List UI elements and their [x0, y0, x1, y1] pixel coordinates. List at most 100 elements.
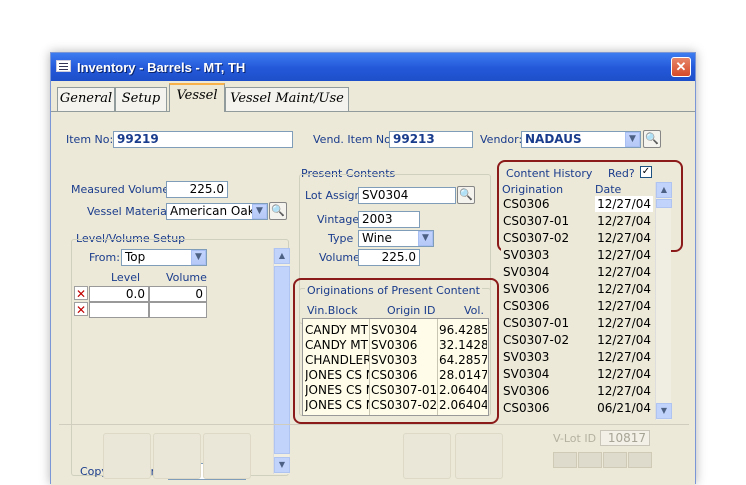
bottom-divider — [59, 424, 689, 425]
origination-vol-cell: 96.42857 — [439, 323, 487, 337]
lot-assign-label: Lot Assign — [305, 189, 362, 202]
history-row[interactable]: CS0306 12/27/04 — [501, 298, 655, 315]
vlot-id-field: 10817 — [600, 430, 650, 446]
history-date-cell: 12/27/04 — [597, 384, 651, 398]
chevron-down-icon[interactable]: ▼ — [418, 231, 433, 246]
column-divider — [369, 319, 370, 415]
barrel-action-button-2[interactable] — [153, 433, 201, 479]
vintage-field[interactable]: 2003 — [358, 211, 420, 228]
measured-volume-field[interactable]: 225.0 — [166, 181, 228, 198]
vessel-panel: Item No: 99219 Vend. Item No: 99213 Vend… — [51, 111, 695, 485]
history-row[interactable]: SV0306 12/27/04 — [501, 281, 655, 298]
history-row[interactable]: CS0307-01 12/27/04 — [501, 315, 655, 332]
history-date-cell: 12/27/04 — [597, 350, 651, 364]
red-checkbox[interactable]: ✓ — [640, 166, 652, 178]
lot-assign-field[interactable]: SV0304 — [358, 187, 456, 204]
chevron-down-icon[interactable]: ▼ — [625, 132, 640, 147]
history-row[interactable]: CS0306 06/21/04 — [501, 400, 655, 417]
history-row[interactable]: CS0307-02 12/27/04 — [501, 332, 655, 349]
history-origination-cell: SV0306 — [503, 282, 550, 296]
history-row[interactable]: CS0307-02 12/27/04 — [501, 230, 655, 247]
origination-header: Origination — [502, 183, 564, 196]
search-icon: 🔍 — [271, 204, 285, 217]
tab-general[interactable]: General — [57, 87, 115, 111]
move-action-button-1[interactable] — [403, 433, 451, 479]
tab-vessel-maint-use[interactable]: Vessel Maint/Use — [225, 87, 349, 111]
barrel-action-button-1[interactable] — [103, 433, 151, 479]
scroll-down-icon[interactable]: ▼ — [274, 457, 290, 473]
scroll-thumb[interactable] — [274, 266, 290, 454]
history-date-cell: 12/27/04 — [597, 367, 651, 381]
tab-vessel[interactable]: Vessel — [169, 83, 225, 112]
barrel-action-button-3[interactable] — [203, 433, 251, 479]
window-title: Inventory - Barrels - MT, TH — [77, 60, 246, 75]
content-history-title: Content History — [506, 167, 593, 180]
move-action-button-2[interactable] — [455, 433, 503, 479]
history-row[interactable]: SV0304 12/27/04 — [501, 366, 655, 383]
lot-search-button[interactable]: 🔍 — [457, 186, 475, 204]
origination-vin-block-cell: CHANDLERS — [305, 353, 369, 367]
origination-origin-id-cell: SV0303 — [371, 353, 418, 367]
history-date-cell: 12/27/04 — [597, 316, 651, 330]
material-search-button[interactable]: 🔍 — [269, 202, 287, 220]
origination-vol-cell: 64.28571 — [439, 353, 487, 367]
tab-setup[interactable]: Setup — [115, 87, 167, 111]
level-scrollbar[interactable]: ▲ ▼ — [273, 248, 290, 474]
volume-cell[interactable] — [149, 302, 207, 318]
history-row[interactable]: SV0303 12/27/04 — [501, 349, 655, 366]
close-button[interactable]: ✕ — [671, 57, 691, 77]
from-label: From: — [89, 251, 120, 264]
previous-record-button[interactable] — [578, 452, 602, 468]
first-record-button[interactable] — [553, 452, 577, 468]
history-row[interactable]: SV0304 12/27/04 — [501, 264, 655, 281]
delete-row-icon[interactable]: ✕ — [74, 286, 88, 301]
scroll-down-icon[interactable]: ▼ — [656, 403, 672, 419]
close-icon: ✕ — [675, 59, 687, 74]
scroll-up-icon[interactable]: ▲ — [656, 182, 672, 198]
history-date-cell: 12/27/04 — [597, 265, 651, 279]
vendor-select[interactable]: NADAUS — [521, 131, 641, 148]
last-record-button[interactable] — [628, 452, 652, 468]
volume-cell[interactable]: 0 — [149, 286, 207, 302]
chevron-down-icon[interactable]: ▼ — [252, 204, 267, 219]
history-row[interactable]: CS0306 12/27/04 — [501, 196, 655, 213]
volume-field[interactable]: 225.0 — [358, 249, 420, 266]
type-label: Type — [328, 232, 354, 245]
history-row[interactable]: SV0306 12/27/04 — [501, 383, 655, 400]
origination-vin-block-cell: JONES CS M — [305, 368, 369, 382]
history-date-cell: 06/21/04 — [597, 401, 651, 415]
origination-origin-id-cell: CS0306 — [371, 368, 418, 382]
search-icon: 🔍 — [645, 132, 659, 145]
item-no-field[interactable]: 99219 — [113, 131, 293, 148]
history-row[interactable]: SV0303 12/27/04 — [501, 247, 655, 264]
history-scrollbar[interactable]: ▲ ▼ — [655, 182, 672, 420]
origination-vol-cell: 2.064048 — [439, 383, 487, 397]
vendor-search-button[interactable]: 🔍 — [643, 130, 661, 148]
vlot-id-label: V-Lot ID — [553, 432, 597, 445]
level-column-header: Level — [111, 271, 141, 284]
level-cell[interactable]: 0.0 — [89, 286, 149, 302]
history-origination-cell: SV0303 — [503, 350, 550, 364]
next-record-button[interactable] — [603, 452, 627, 468]
chevron-down-icon[interactable]: ▼ — [191, 250, 206, 265]
scroll-up-icon[interactable]: ▲ — [274, 248, 290, 264]
history-origination-cell: CS0307-01 — [503, 214, 570, 228]
content-history-list[interactable]: CS0306 12/27/04 CS0307-01 12/27/04 CS0307-02… — [501, 196, 655, 418]
vend-item-no-field[interactable]: 99213 — [389, 131, 473, 148]
history-origination-cell: CS0306 — [503, 197, 550, 211]
origination-vol-cell: 32.14285 — [439, 338, 487, 352]
origination-vin-block-cell: CANDY MTI — [305, 338, 369, 352]
origin-id-header: Origin ID — [387, 304, 436, 317]
red-label: Red? — [608, 167, 635, 180]
date-header: Date — [595, 183, 622, 196]
level-cell[interactable] — [89, 302, 149, 318]
origination-origin-id-cell: SV0306 — [371, 338, 418, 352]
origination-origin-id-cell: CS0307-02 — [371, 398, 437, 412]
scroll-thumb[interactable] — [656, 199, 672, 208]
delete-row-icon[interactable]: ✕ — [74, 302, 88, 317]
history-date-cell: 12/27/04 — [597, 231, 651, 245]
history-origination-cell: CS0307-02 — [503, 333, 570, 347]
history-origination-cell: SV0306 — [503, 384, 550, 398]
history-row[interactable]: CS0307-01 12/27/04 — [501, 213, 655, 230]
originations-list[interactable]: CANDY MTISV0304 96.42857 CANDY MTISV0306 32… — [302, 318, 489, 416]
